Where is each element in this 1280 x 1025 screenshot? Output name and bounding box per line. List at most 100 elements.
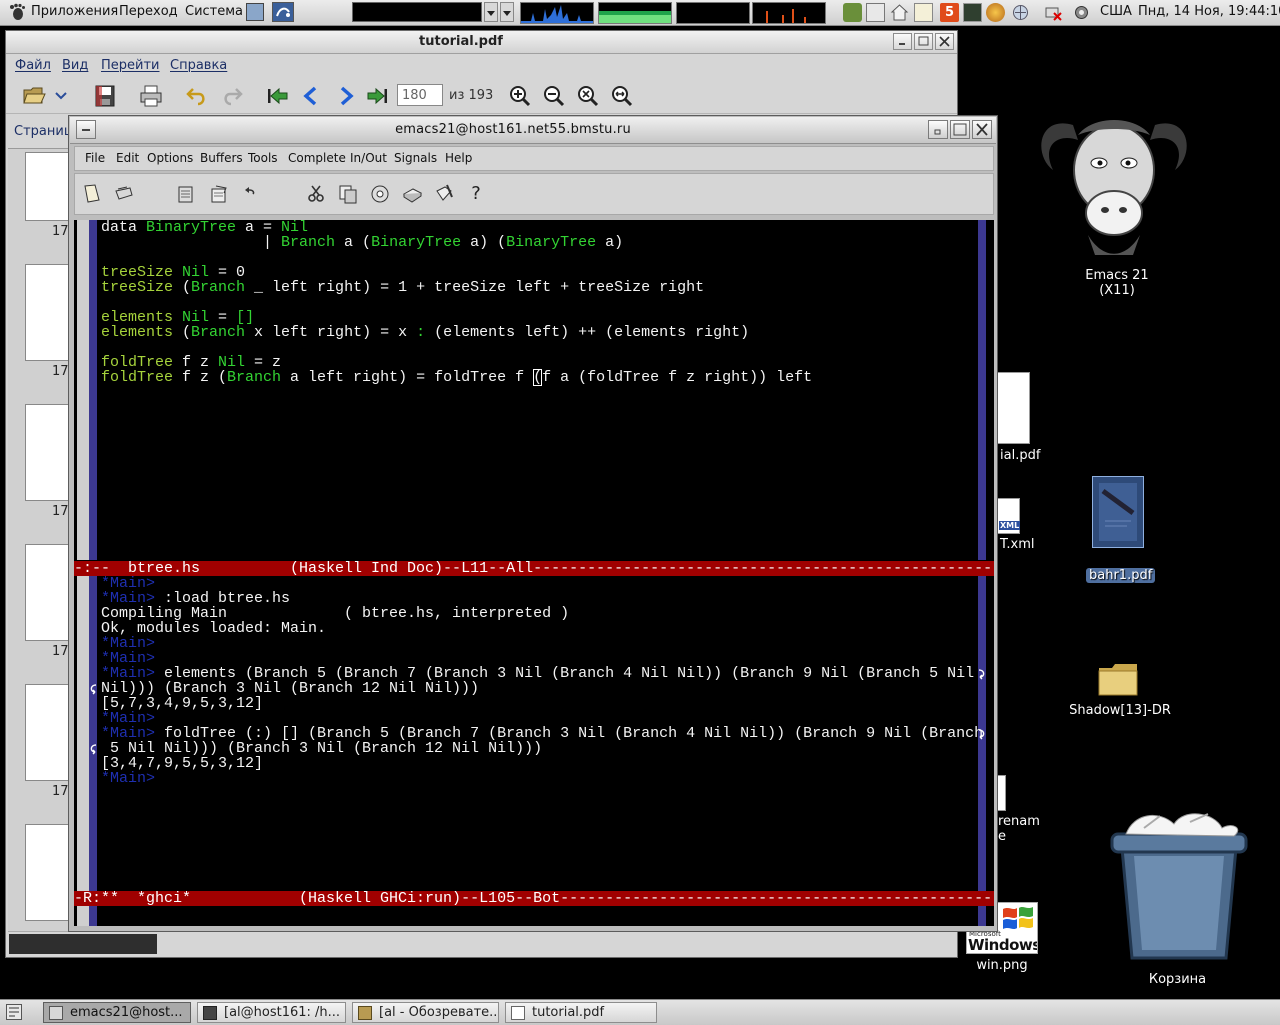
desktop-icon-win-label[interactable]: win.png (962, 958, 1042, 973)
evince-titlebar[interactable]: tutorial.pdf (6, 31, 957, 54)
open-file-icon[interactable] (81, 183, 103, 205)
computer-icon[interactable] (866, 3, 885, 22)
update-notifier-icon[interactable] (843, 3, 862, 22)
trash-icon[interactable] (1104, 808, 1254, 963)
save-icon[interactable] (208, 183, 230, 205)
code-line[interactable]: foldTree f z (Branch a left right) = fol… (101, 369, 812, 386)
code-line[interactable]: elements Nil = [] (101, 310, 254, 325)
page-thumbnail[interactable] (25, 684, 72, 781)
code-line[interactable]: foldTree f z Nil = z (101, 355, 281, 370)
menu-inout[interactable]: In/Out (350, 151, 387, 165)
kill-buffer-icon[interactable] (175, 183, 197, 205)
pdf-file-icon[interactable] (1092, 476, 1144, 548)
code-line[interactable]: data BinaryTree a = Nil (101, 220, 308, 235)
ghci-scrollbar[interactable] (77, 576, 89, 891)
zoom-in-icon[interactable] (508, 85, 532, 107)
page-thumbnail[interactable] (25, 152, 72, 221)
taskbar-item-emacs[interactable]: emacs21@host... (43, 1002, 191, 1023)
panel-clock[interactable]: Пнд, 14 Ноя, 19:44:10 (1138, 4, 1280, 19)
notes-icon[interactable] (914, 3, 933, 22)
chevron-down-icon[interactable] (484, 2, 498, 22)
taskbar-item-file-browser[interactable]: [al - Обозревате... (352, 1002, 499, 1023)
copy-icon[interactable] (337, 183, 359, 205)
code-line[interactable]: *Main> :load btree.hs (101, 591, 290, 606)
menu-tools[interactable]: Tools (248, 151, 278, 165)
show-desktop-icon[interactable] (6, 1004, 22, 1020)
code-line[interactable]: Compiling Main ( btree.hs, interpreted ) (101, 606, 569, 621)
code-line[interactable]: | Branch a (BinaryTree a) (BinaryTree a) (101, 235, 623, 250)
code-line[interactable]: Ok, modules loaded: Main. (101, 621, 326, 636)
code-line[interactable]: [3,4,7,9,5,5,3,12] (101, 756, 263, 771)
fit-width-icon[interactable] (610, 85, 634, 107)
print-icon[interactable] (139, 85, 163, 107)
taskbar-item-terminal[interactable]: [al@host161: /h... (197, 1002, 346, 1023)
network-offline-icon[interactable] (1044, 3, 1063, 22)
show-desktop-icon[interactable] (246, 3, 264, 21)
code-line[interactable]: treeSize (Branch _ left right) = 1 + tre… (101, 280, 704, 295)
print-icon[interactable] (401, 183, 423, 205)
minimize-button[interactable] (893, 33, 912, 50)
menu-help[interactable]: Справка (170, 58, 227, 73)
panel-menu-applications[interactable]: Приложения (31, 4, 118, 19)
last-page-icon[interactable] (366, 85, 390, 107)
terminal-icon[interactable] (963, 3, 982, 22)
code-line[interactable]: *Main> foldTree (:) [] (Branch 5 (Branch… (101, 726, 983, 741)
minimize-button[interactable] (928, 120, 948, 139)
desktop-icon-xml-label[interactable]: T.xml (992, 537, 1072, 552)
source-scrollbar[interactable] (77, 220, 89, 560)
menu-signals[interactable]: Signals (394, 151, 437, 165)
ghci-buffer[interactable]: *Main> *Main> :load btree.hs Compiling Mai… (101, 576, 985, 891)
undo-icon[interactable] (185, 85, 209, 107)
previous-page-icon[interactable] (300, 85, 324, 107)
code-line[interactable]: *Main> elements (Branch 5 (Branch 7 (Bra… (101, 666, 983, 681)
zoom-out-icon[interactable] (542, 85, 566, 107)
code-line[interactable]: *Main> (101, 771, 155, 786)
code-line[interactable]: 5 Nil Nil))) (Branch 3 Nil (Branch 12 Ni… (101, 741, 542, 756)
menu-file[interactable]: File (85, 151, 105, 165)
badge-five-icon[interactable]: 5 (940, 3, 959, 22)
panel-menu-places[interactable]: Переход (119, 4, 178, 19)
desktop-icon-emacs[interactable] (1033, 95, 1195, 260)
customize-icon[interactable] (433, 183, 455, 205)
maximize-button[interactable] (950, 120, 970, 139)
desktop-icon-bahr-wrap[interactable]: bahr1.pdf (1086, 553, 1156, 583)
menu-buffers[interactable]: Buffers (200, 151, 243, 165)
chevron-down-icon[interactable] (54, 85, 68, 107)
desktop-icon-rename-label[interactable]: renam e (998, 814, 1048, 844)
cut-icon[interactable] (305, 183, 327, 205)
menu-edit[interactable]: Edit (116, 151, 139, 165)
code-line[interactable]: Nil))) (Branch 3 Nil (Branch 12 Nil Nil)… (101, 681, 479, 696)
network-graph[interactable] (676, 2, 750, 24)
next-page-icon[interactable] (333, 85, 357, 107)
code-line[interactable]: *Main> (101, 711, 155, 726)
browser-icon[interactable] (986, 3, 1005, 22)
memory-graph[interactable] (598, 2, 672, 24)
cpu-graph[interactable] (520, 2, 594, 24)
close-button[interactable] (935, 33, 954, 50)
code-line[interactable]: treeSize Nil = 0 (101, 265, 245, 280)
menu-view[interactable]: Вид (62, 58, 88, 73)
code-line[interactable]: *Main> (101, 651, 155, 666)
thumbnail-sidebar[interactable]: 17 17 17 17 17 (8, 148, 72, 931)
maximize-button[interactable] (914, 33, 933, 50)
echo-area[interactable] (101, 906, 978, 926)
keyboard-layout-indicator[interactable]: США (1100, 4, 1132, 19)
page-thumbnail[interactable] (25, 824, 72, 921)
first-page-icon[interactable] (265, 85, 289, 107)
desktop-icon-tutorial-label[interactable]: ial.pdf (992, 448, 1072, 463)
page-thumbnail[interactable] (25, 264, 72, 361)
desktop-icon-emacs-label[interactable]: Emacs 21 (X11) (1057, 268, 1177, 298)
page-number-input[interactable] (397, 84, 443, 106)
source-buffer[interactable]: data BinaryTree a = Nil | Branch a (Bina… (101, 220, 985, 560)
settings-gear-icon[interactable] (1072, 3, 1091, 22)
desktop-icon-trash-label[interactable]: Корзина (1120, 972, 1235, 987)
undo-icon[interactable] (240, 183, 262, 205)
open-folder-icon[interactable] (22, 85, 46, 107)
network-manager-icon[interactable] (1011, 3, 1030, 22)
best-fit-icon[interactable] (576, 85, 600, 107)
desktop-icon-folder-label[interactable]: Shadow[13]-DR (1060, 703, 1180, 718)
home-icon[interactable] (890, 3, 909, 22)
folder-icon[interactable] (1098, 662, 1138, 696)
save-icon[interactable] (93, 85, 117, 107)
menu-options[interactable]: Options (147, 151, 193, 165)
